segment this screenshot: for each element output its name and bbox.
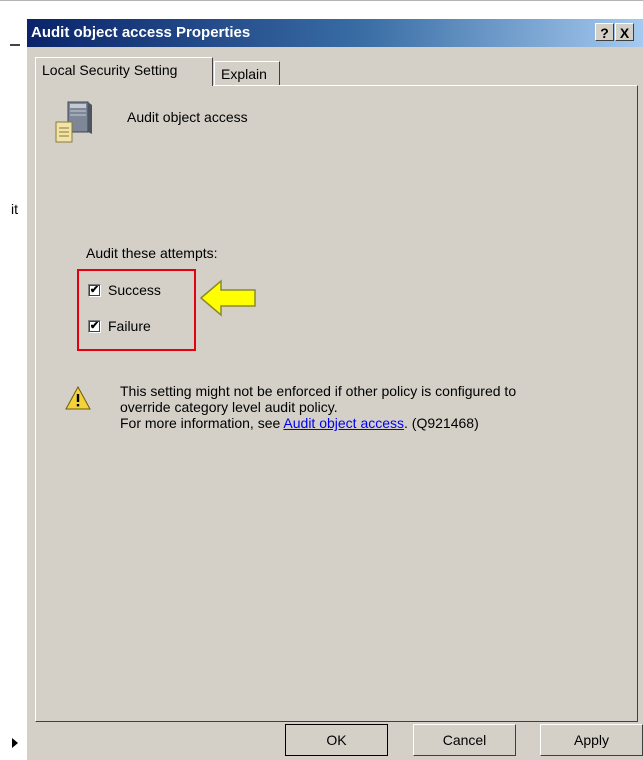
audit-attempts-label: Audit these attempts: <box>86 245 218 261</box>
background-fragment-text: it <box>11 201 18 217</box>
warning-line-2: override category level audit policy. <box>120 399 338 415</box>
close-button[interactable]: X <box>615 23 634 41</box>
tab-explain[interactable]: Explain <box>214 61 280 86</box>
audit-object-access-link[interactable]: Audit object access <box>283 415 404 431</box>
dialog-title: Audit object access Properties <box>31 24 251 41</box>
tab-panel: Audit object access Audit these attempts… <box>35 85 638 722</box>
ok-button[interactable]: OK <box>285 724 388 756</box>
success-label: Success <box>108 282 161 298</box>
failure-label: Failure <box>108 318 151 334</box>
warning-text: This setting might not be enforced if ot… <box>120 383 600 431</box>
server-policy-icon <box>55 101 92 143</box>
warning-line-3-suffix: . (Q921468) <box>404 415 479 431</box>
warning-line-3-prefix: For more information, see <box>120 415 284 431</box>
properties-dialog: Audit object access Properties ? X Local… <box>26 18 643 760</box>
warning-line-1: This setting might not be enforced if ot… <box>120 383 517 399</box>
success-option[interactable]: ✔ Success <box>88 282 161 298</box>
warning-icon <box>65 386 91 410</box>
background-fragment-line <box>10 44 20 46</box>
apply-button[interactable]: Apply <box>540 724 643 756</box>
failure-checkbox[interactable]: ✔ <box>88 319 101 333</box>
help-button[interactable]: ? <box>595 23 614 41</box>
background-top-line <box>0 0 643 1</box>
success-checkbox[interactable]: ✔ <box>88 283 101 297</box>
failure-option[interactable]: ✔ Failure <box>88 318 151 334</box>
title-bar[interactable]: Audit object access Properties ? X <box>27 19 643 47</box>
policy-name: Audit object access <box>127 109 248 125</box>
background-arrow-icon <box>12 738 18 748</box>
tab-local-security-setting[interactable]: Local Security Setting <box>35 57 213 86</box>
cancel-button[interactable]: Cancel <box>413 724 516 756</box>
warning-line-3: For more information, see Audit object a… <box>120 415 600 431</box>
callout-arrow-icon <box>199 279 256 317</box>
